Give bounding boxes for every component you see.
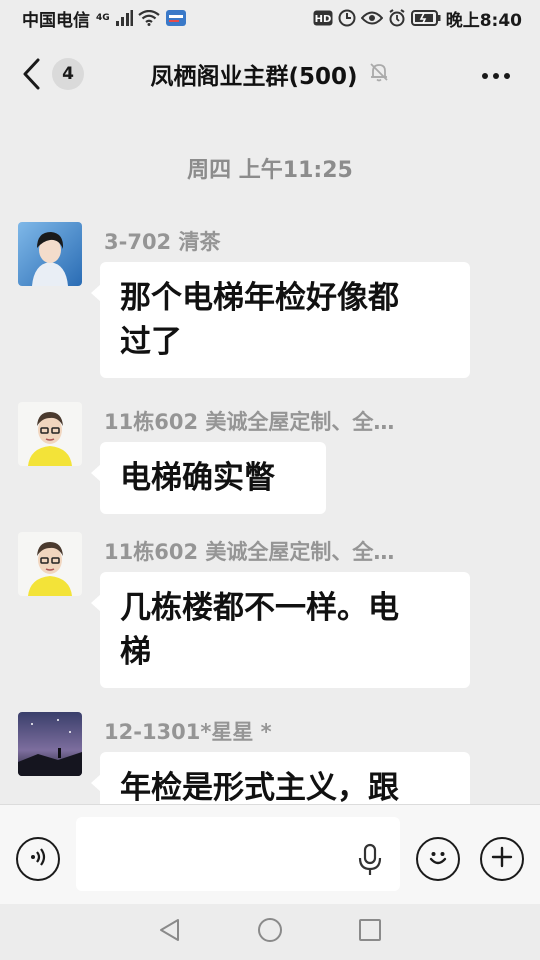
message-item: 11栋602 美诚全屋定制、全… 几栋楼都不一样。电 梯 [18,532,518,692]
mute-bell-icon [368,61,390,87]
mic-icon[interactable] [356,843,384,877]
message-list[interactable]: 周四 上午11:25 3-702 清茶 那个电梯年检好像都 过了 11栋602 … [0,114,540,804]
app-notification-icon [165,9,187,27]
message-text-line: 过了 [120,324,182,360]
carrier-label: 中国电信 [22,10,90,31]
sender-name: 11栋602 美诚全屋定制、全… [104,540,395,564]
avatar[interactable] [18,712,82,776]
message-bubble[interactable]: 年检是形式主义，跟 [91,752,470,804]
sender-name: 3-702 清茶 [104,230,221,254]
message-item: 11栋602 美诚全屋定制、全… 电梯确实瞥 [18,402,518,522]
sender-name: 12-1301*星星 * [104,720,272,744]
page-title[interactable]: 凤栖阁业主群(500) [150,57,357,91]
status-bar: 中国电信 4G HD 晚上8:40 [0,0,540,36]
eye-icon [360,11,383,25]
nav-back-icon[interactable] [157,917,183,947]
status-left: 中国电信 4G [22,6,187,31]
time-divider: 周四 上午11:25 [187,158,353,183]
clock: 晚上8:40 [445,10,522,31]
plus-icon [490,845,514,873]
more-button[interactable] [478,62,514,86]
message-text: 电梯确实瞥 [120,460,275,496]
battery-icon [410,10,441,26]
hd-icon: HD [313,10,333,26]
status-right: HD 晚上8:40 [313,6,522,31]
message-item: 3-702 清茶 那个电梯年检好像都 过了 [18,222,518,382]
input-bar [0,804,540,905]
message-text-line: 几栋楼都不一样。电 [120,590,399,626]
voice-toggle-button[interactable] [16,837,60,881]
avatar[interactable] [18,402,82,466]
message-item: 12-1301*星星 * 年检是形式主义，跟 [18,712,518,804]
network-type: 4G [96,13,110,23]
title-wrap: 凤栖阁业主群(500) [0,58,540,90]
voice-icon [27,846,49,872]
message-bubble[interactable]: 电梯确实瞥 [91,442,326,514]
avatar[interactable] [18,222,82,286]
more-icon [481,65,511,84]
message-bubble[interactable]: 那个电梯年检好像都 过了 [91,262,470,378]
plus-button[interactable] [480,837,524,881]
emoji-button[interactable] [416,837,460,881]
avatar[interactable] [18,532,82,596]
message-bubble[interactable]: 几栋楼都不一样。电 梯 [91,572,470,688]
alarm-icon [388,9,406,27]
message-text-line: 那个电梯年检好像都 [120,280,399,316]
nav-home-icon[interactable] [256,916,284,948]
chat-screen: 中国电信 4G HD 晚上8:40 4 凤栖阁业主群(500) 周四 上午11:… [0,0,540,960]
message-text-line: 梯 [120,634,151,670]
sender-name: 11栋602 美诚全屋定制、全… [104,410,395,434]
chat-header: 4 凤栖阁业主群(500) [0,36,540,114]
svg-text:HD: HD [314,14,331,25]
data-saver-icon [338,9,356,27]
signal-icon [115,10,133,26]
emoji-icon [425,844,451,874]
message-input[interactable] [76,817,400,891]
system-nav-bar [0,904,540,960]
wifi-icon [137,10,160,26]
nav-recents-icon[interactable] [357,917,383,947]
message-text: 年检是形式主义，跟 [120,770,399,804]
